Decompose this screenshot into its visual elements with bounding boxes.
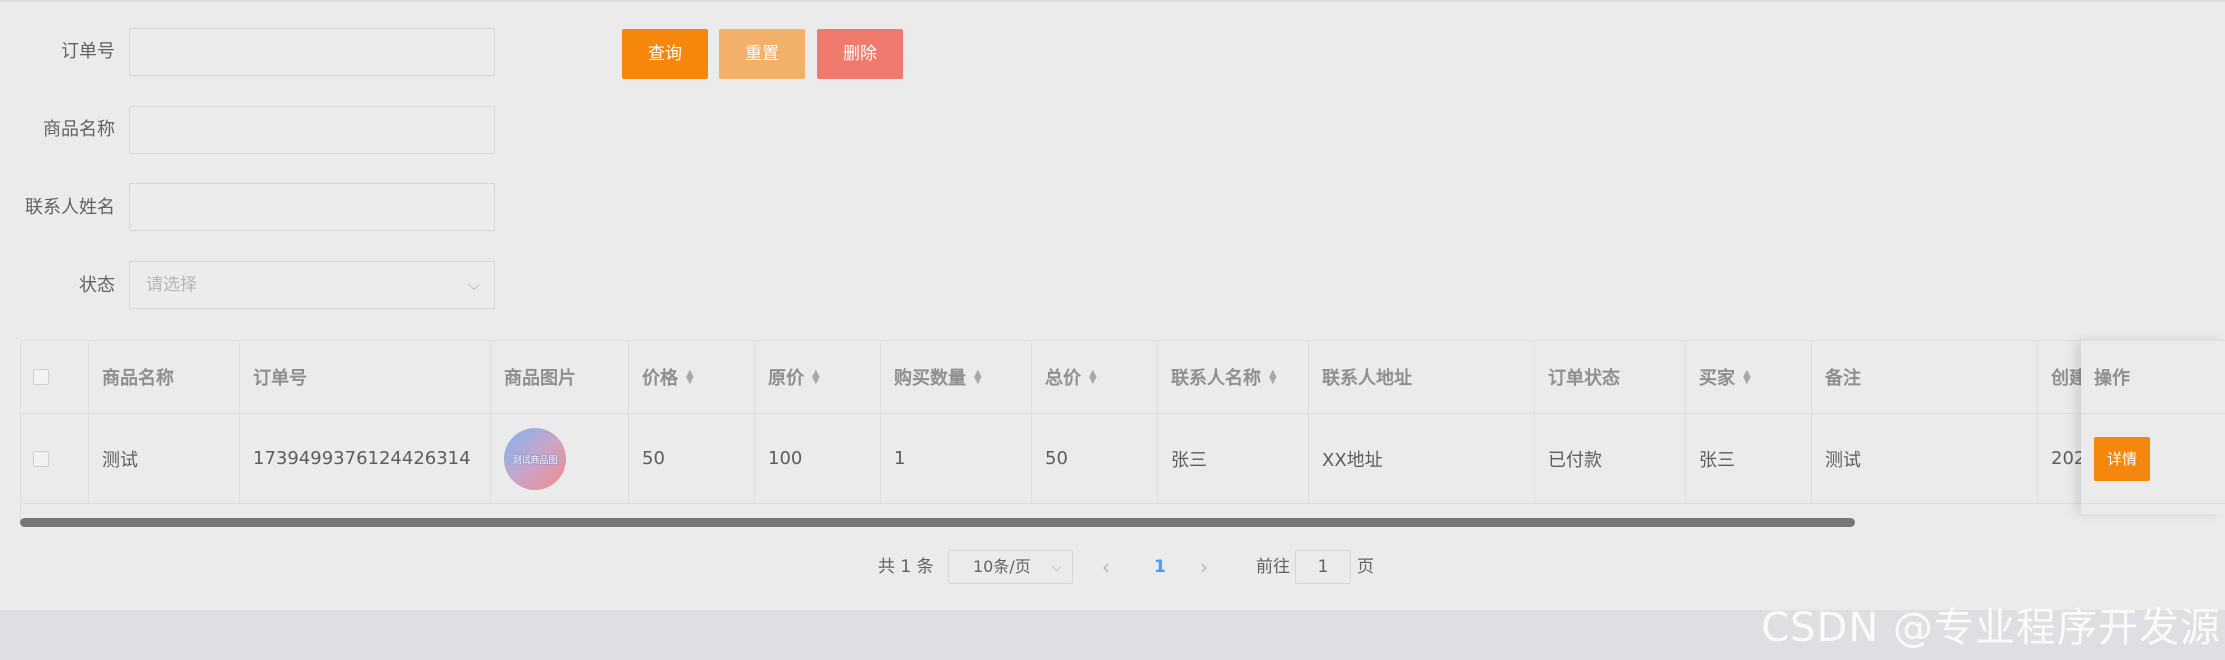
page-unit-label: 页 [1357, 557, 1374, 577]
cell-quantity: 1 [881, 414, 1032, 503]
pagination: 共 1 条 10条/页 ⌵ ‹ 1 › 前往 1 页 [0, 550, 2225, 584]
product-thumbnail[interactable]: 测试商品图 [504, 427, 566, 490]
header-total-label: 总价 [1045, 368, 1081, 389]
header-contact-name-label: 联系人名称 [1171, 368, 1261, 389]
pagination-total: 共 1 条 [878, 557, 934, 577]
header-actions: 操作 [2081, 340, 2225, 414]
sort-caret-icon[interactable]: ▲ ▼ [974, 369, 982, 386]
header-order-no: 订单号 [240, 341, 491, 413]
chevron-down-icon: ⌵ [1051, 559, 1062, 575]
cell-product-image: 测试商品图 [491, 414, 629, 503]
sort-caret-icon[interactable]: ▲ ▼ [1269, 369, 1277, 386]
main-panel: 订单号 商品名称 联系人姓名 状态 请选择 ⌵ 查询 重置 删除 商品名称 订单… [0, 0, 2225, 610]
header-order-status: 订单状态 [1535, 341, 1686, 413]
header-buyer[interactable]: 买家 ▲ ▼ [1686, 341, 1812, 413]
header-product-name: 商品名称 [89, 341, 240, 413]
header-total[interactable]: 总价 ▲ ▼ [1032, 341, 1158, 413]
page-size-value: 10条/页 [973, 557, 1031, 576]
row-checkbox[interactable] [33, 450, 49, 467]
cell-remark: 测试 [1812, 414, 2038, 503]
header-original-price-label: 原价 [768, 368, 804, 389]
cell-total: 50 [1032, 414, 1158, 503]
header-original-price[interactable]: 原价 ▲ ▼ [755, 341, 881, 413]
actions-column: 操作 详情 [2081, 340, 2225, 514]
select-all-checkbox[interactable] [33, 369, 49, 385]
delete-button[interactable]: 删除 [817, 29, 903, 79]
sort-caret-icon[interactable]: ▲ ▼ [1743, 369, 1751, 386]
cell-original-price: 100 [755, 414, 881, 503]
detail-button[interactable]: 详情 [2094, 436, 2150, 481]
cell-product-name: 测试 [89, 414, 240, 503]
cell-order-status: 已付款 [1535, 414, 1686, 503]
sort-caret-icon[interactable]: ▲ ▼ [1089, 369, 1097, 386]
chevron-down-icon: ⌵ [467, 275, 480, 294]
chevron-right-icon[interactable]: › [1200, 550, 1208, 584]
select-all-cell [21, 341, 89, 413]
header-contact-address: 联系人地址 [1309, 341, 1535, 413]
header-quantity[interactable]: 购买数量 ▲ ▼ [881, 341, 1032, 413]
order-no-input[interactable] [129, 28, 495, 76]
cell-buyer: 张三 [1686, 414, 1812, 503]
page-size-select[interactable]: 10条/页 ⌵ [948, 550, 1073, 584]
cell-actions: 详情 [2081, 414, 2225, 504]
status-select[interactable]: 请选择 ⌵ [129, 261, 495, 309]
sort-caret-icon[interactable]: ▲ ▼ [686, 369, 694, 386]
orders-table: 商品名称 订单号 商品图片 价格 ▲ ▼ 原价 ▲ ▼ 购买数量 ▲ ▼ 总价 ▲ ▼ … [20, 340, 2225, 522]
status-label: 状态 [79, 275, 115, 296]
contact-name-input[interactable] [129, 183, 495, 231]
header-quantity-label: 购买数量 [894, 368, 966, 389]
header-buyer-label: 买家 [1699, 368, 1735, 389]
watermark: CSDN @专业程序开发源 [1761, 605, 2221, 651]
header-product-image: 商品图片 [491, 341, 629, 413]
reset-button[interactable]: 重置 [719, 29, 805, 79]
product-name-input[interactable] [129, 106, 495, 154]
sort-caret-icon[interactable]: ▲ ▼ [812, 369, 820, 386]
query-button[interactable]: 查询 [622, 29, 708, 79]
horizontal-scrollbar[interactable] [20, 518, 1855, 527]
thumbnail-text: 测试商品图 [512, 455, 558, 466]
header-price-label: 价格 [642, 368, 678, 389]
row-select-cell [21, 414, 89, 503]
product-name-label: 商品名称 [43, 119, 115, 140]
chevron-left-icon[interactable]: ‹ [1102, 550, 1110, 584]
header-contact-name[interactable]: 联系人名称 ▲ ▼ [1158, 341, 1309, 413]
contact-name-label: 联系人姓名 [25, 197, 115, 218]
header-remark: 备注 [1812, 341, 2038, 413]
goto-label: 前往 [1256, 557, 1290, 577]
cell-contact-name: 张三 [1158, 414, 1309, 503]
header-price[interactable]: 价格 ▲ ▼ [629, 341, 755, 413]
order-no-label: 订单号 [61, 41, 115, 62]
cell-price: 50 [629, 414, 755, 503]
page-number-current[interactable]: 1 [1154, 550, 1166, 584]
status-placeholder: 请选择 [146, 275, 197, 295]
cell-order-no: 1739499376124426314 [240, 414, 491, 503]
table-row: 测试 1739499376124426314 测试商品图 50 100 1 50… [21, 414, 2225, 504]
goto-page-input[interactable]: 1 [1295, 550, 1351, 584]
cell-contact-address: XX地址 [1309, 414, 1535, 503]
table-header: 商品名称 订单号 商品图片 价格 ▲ ▼ 原价 ▲ ▼ 购买数量 ▲ ▼ 总价 ▲ ▼ … [21, 340, 2225, 414]
